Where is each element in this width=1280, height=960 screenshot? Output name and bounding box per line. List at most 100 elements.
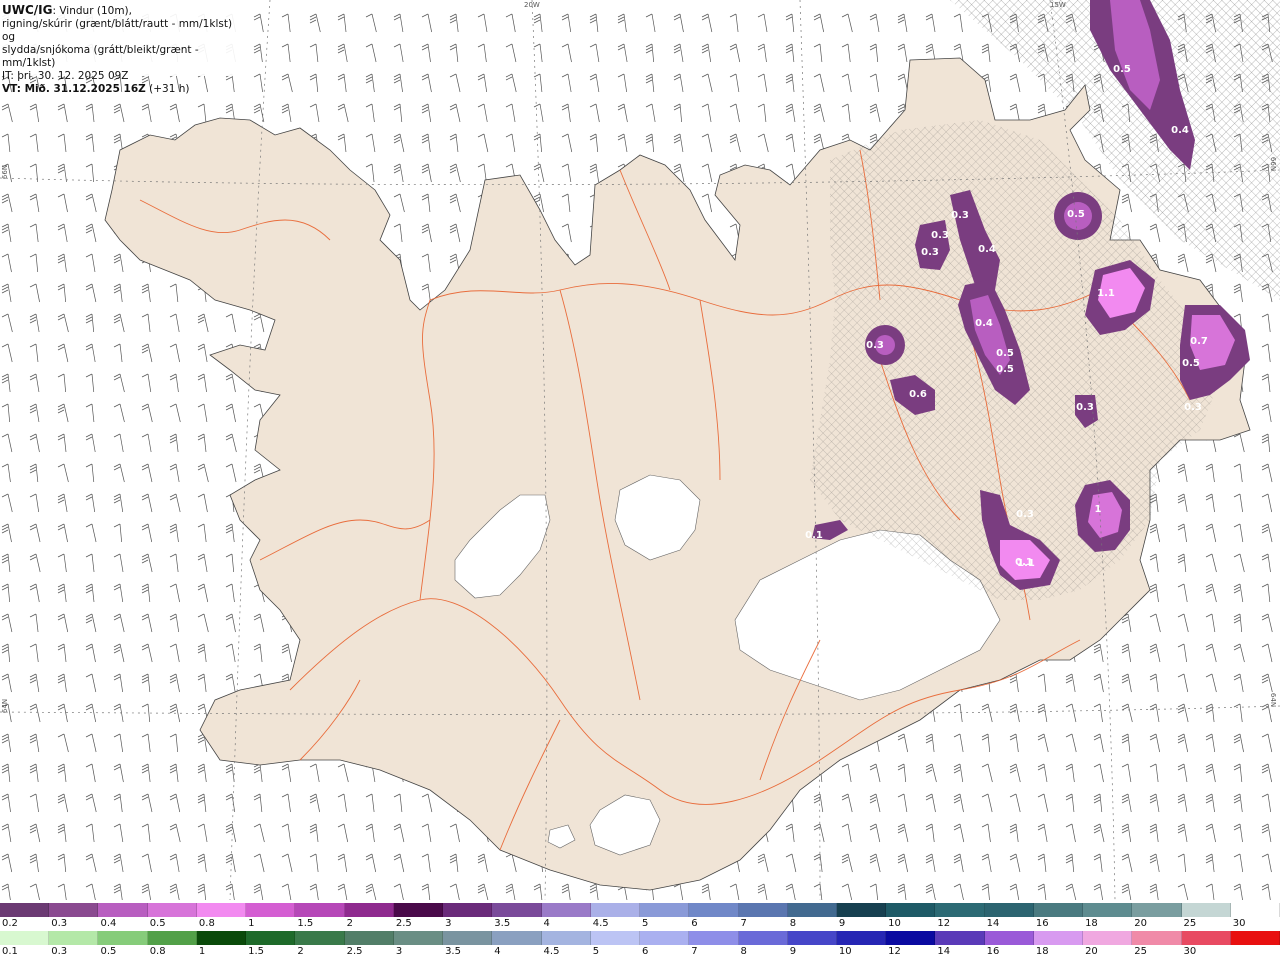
legend-tick-label: 2 bbox=[297, 946, 304, 957]
wind-barb-flag bbox=[85, 589, 93, 594]
wind-barb-flag bbox=[925, 766, 933, 771]
wind-barb-flag bbox=[1121, 706, 1129, 711]
wind-barb bbox=[1071, 823, 1076, 843]
wind-barb bbox=[427, 793, 433, 813]
wind-barb-flag bbox=[393, 16, 401, 21]
wind-barb-flag bbox=[85, 733, 93, 738]
wind-barb bbox=[651, 73, 655, 93]
wind-barb-flag bbox=[1, 223, 9, 228]
wind-barb-flag bbox=[29, 469, 37, 474]
wind-barb-flag bbox=[1205, 646, 1213, 651]
wind-barb-flag bbox=[1177, 763, 1185, 768]
wind-barb-flag bbox=[1261, 676, 1269, 681]
wind-barb-flag bbox=[813, 823, 821, 828]
wind-barb-flag bbox=[29, 883, 37, 888]
wind-barb-flag bbox=[57, 829, 65, 834]
wind-barb-flag bbox=[365, 43, 373, 48]
wind-barb bbox=[959, 733, 964, 753]
wind-barb bbox=[35, 733, 40, 753]
wind-barb-flag bbox=[29, 463, 37, 468]
wind-barb bbox=[1099, 823, 1105, 843]
wind-barb-flag bbox=[449, 16, 457, 21]
wind-barb-flag bbox=[365, 76, 373, 81]
contour-label: 1 bbox=[1095, 504, 1102, 515]
valid-time-main: VT: Mið. 31.12.2025 16Z bbox=[2, 83, 146, 95]
wind-barb-flag bbox=[533, 166, 541, 171]
wind-barb bbox=[455, 853, 459, 873]
wind-barb bbox=[91, 793, 97, 813]
wind-barb-flag bbox=[449, 133, 457, 138]
wind-barb-flag bbox=[253, 13, 261, 18]
wind-barb-flag bbox=[1205, 736, 1213, 741]
legend-swatch bbox=[246, 931, 296, 945]
wind-barb-flag bbox=[561, 13, 569, 18]
wind-barb bbox=[63, 553, 67, 573]
wind-barb-flag bbox=[449, 883, 457, 888]
wind-barb-flag bbox=[449, 229, 457, 234]
legend-tick-label: 14 bbox=[937, 946, 951, 957]
wind-barb bbox=[1155, 763, 1159, 783]
wind-barb-flag bbox=[85, 616, 93, 621]
wind-barb-flag bbox=[1149, 796, 1157, 801]
wind-barb-flag bbox=[925, 796, 933, 801]
wind-barb-flag bbox=[561, 886, 569, 891]
wind-barb-flag bbox=[785, 13, 793, 18]
wind-barb-flag bbox=[1205, 823, 1213, 828]
wind-barb-flag bbox=[1149, 889, 1157, 894]
wind-barb-flag bbox=[813, 139, 821, 144]
wind-barb bbox=[343, 853, 348, 873]
wind-barb-flag bbox=[1233, 799, 1241, 804]
wind-barb-flag bbox=[1009, 736, 1017, 741]
wind-barb-flag bbox=[309, 43, 317, 48]
wind-barb-flag bbox=[1177, 826, 1185, 831]
wind-barb-flag bbox=[1093, 733, 1101, 738]
wind-barb-flag bbox=[1261, 406, 1269, 411]
wind-barb-flag bbox=[1177, 463, 1185, 468]
wind-barb-flag bbox=[253, 646, 261, 651]
wind-barb-flag bbox=[1205, 523, 1213, 528]
wind-barb bbox=[483, 43, 487, 63]
wind-barb-flag bbox=[197, 853, 205, 858]
wind-barb-flag bbox=[813, 856, 821, 861]
wind-barb bbox=[511, 883, 516, 903]
wind-barb-flag bbox=[57, 256, 65, 261]
wind-barb-flag bbox=[1065, 886, 1073, 891]
wind-barb-flag bbox=[813, 133, 821, 138]
wind-barb-flag bbox=[589, 163, 597, 168]
wind-barb-flag bbox=[813, 793, 821, 798]
wind-barb-flag bbox=[1065, 796, 1073, 801]
wind-barb-flag bbox=[1261, 436, 1269, 441]
wind-barb-flag bbox=[253, 643, 261, 648]
wind-barb-flag bbox=[449, 103, 457, 108]
wind-barb-flag bbox=[1233, 793, 1241, 798]
wind-barb-flag bbox=[701, 43, 709, 48]
wind-barb-flag bbox=[29, 859, 37, 864]
wind-barb-flag bbox=[897, 793, 905, 798]
wind-barb-flag bbox=[1233, 733, 1241, 738]
legend-swatch bbox=[147, 903, 197, 917]
wind-barb-flag bbox=[365, 883, 373, 888]
wind-barb-flag bbox=[169, 703, 177, 708]
wind-barb-flag bbox=[113, 106, 121, 111]
wind-barb-flag bbox=[309, 103, 317, 108]
wind-barb-flag bbox=[785, 136, 793, 141]
wind-barb bbox=[903, 763, 907, 783]
wind-barb-flag bbox=[253, 403, 261, 408]
wind-barb-flag bbox=[1149, 763, 1157, 768]
wind-barb bbox=[175, 313, 180, 333]
wind-barb-flag bbox=[169, 883, 177, 888]
wind-barb-flag bbox=[617, 103, 625, 108]
wind-barb-flag bbox=[113, 766, 121, 771]
wind-barb-flag bbox=[1261, 376, 1269, 381]
wind-barb-flag bbox=[85, 586, 93, 591]
wind-barb-flag bbox=[589, 166, 597, 171]
wind-barb bbox=[91, 553, 95, 573]
wind-barb bbox=[455, 43, 459, 63]
wind-barb-flag bbox=[141, 643, 149, 648]
wind-barb bbox=[175, 853, 180, 873]
legend-tick-label: 0.3 bbox=[51, 946, 68, 957]
wind-barb-flag bbox=[1009, 763, 1017, 768]
wind-barb-flag bbox=[589, 73, 597, 78]
wind-barb-flag bbox=[281, 13, 289, 18]
wind-barb-flag bbox=[29, 586, 37, 591]
